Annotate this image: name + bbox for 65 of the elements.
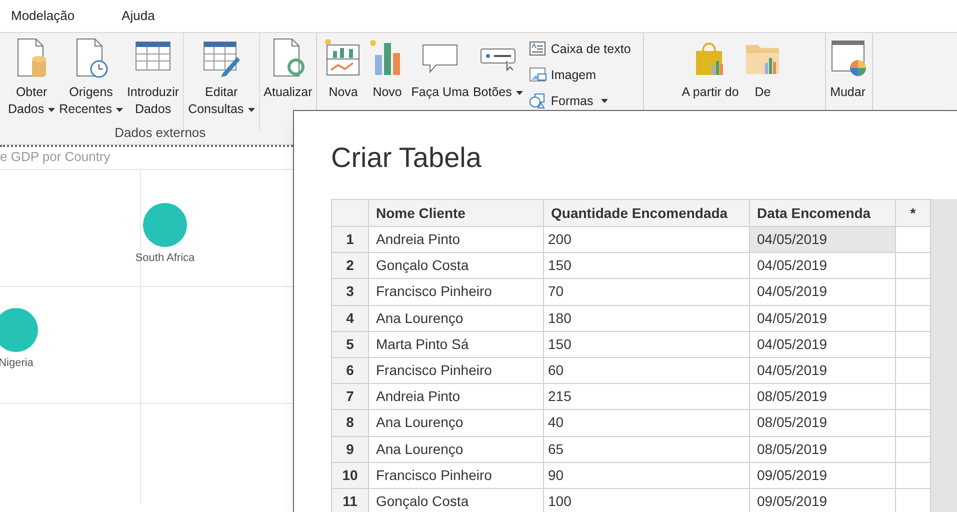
ribbon-button[interactable]: Botões	[470, 33, 525, 131]
row-number: 11	[332, 488, 369, 512]
dialog-title: Criar Tabela	[330, 141, 482, 175]
menu-tab[interactable]: Modelação	[0, 6, 122, 26]
bubble	[0, 308, 38, 352]
ribbon-small-button[interactable]: Imagem	[528, 63, 631, 87]
row-number: 10	[332, 462, 369, 489]
table-cell[interactable]: 65	[544, 436, 750, 463]
column-header[interactable]: Quantidade Encomendada	[544, 200, 750, 227]
table-cell[interactable]: 08/05/2019	[750, 436, 896, 463]
ribbon-button[interactable]: Novo	[365, 33, 410, 131]
table-cell[interactable]: Gonçalo Costa	[369, 488, 544, 512]
ribbon-small-button[interactable]: Caixa de texto	[528, 37, 631, 61]
table-cell[interactable]: 60	[544, 358, 750, 384]
ribbon-button[interactable]: Obter Dados	[6, 33, 58, 131]
image-icon	[528, 67, 547, 83]
row-number: 3	[332, 279, 369, 306]
row-number: 9	[332, 436, 369, 463]
table-cell[interactable]: 04/05/2019	[750, 279, 896, 306]
table-cell[interactable]: Francisco Pinheiro	[369, 279, 544, 306]
ribbon-button[interactable]: Faça Uma	[409, 33, 471, 131]
column-header[interactable]: Nome Cliente	[369, 200, 544, 227]
menu-tab[interactable]: Ajuda	[122, 6, 155, 26]
table-cell[interactable]: Marta Pinto Sá	[369, 332, 544, 358]
ribbon-button[interactable]: Editar Consultas	[186, 33, 257, 131]
table-cell[interactable]: 90	[544, 462, 750, 489]
caret-icon	[248, 108, 255, 112]
table-cell[interactable]: Francisco Pinheiro	[369, 462, 544, 489]
table-cell[interactable]: 04/05/2019	[750, 227, 896, 254]
visual-title: e GDP por Country	[0, 148, 112, 166]
bubble-label: South Africa	[135, 252, 195, 264]
table-cell[interactable]: Ana Lourenço	[369, 410, 544, 436]
table-cell[interactable]: Ana Lourenço	[369, 306, 544, 332]
row-number: 1	[332, 227, 369, 254]
table-cell[interactable]: 215	[544, 384, 750, 410]
table-cell[interactable]: 04/05/2019	[750, 306, 896, 332]
caret-icon	[516, 90, 523, 95]
table-cell[interactable]: 150	[544, 253, 750, 280]
table-cell[interactable]: 08/05/2019	[750, 410, 896, 436]
row-number: 7	[332, 384, 369, 410]
ribbon-button[interactable]: Atualizar	[262, 33, 314, 131]
bubble	[143, 203, 187, 247]
table-cell[interactable]: 04/05/2019	[750, 253, 896, 280]
table-cell[interactable]: 08/05/2019	[750, 384, 896, 410]
table-cell[interactable]: Andreia Pinto	[369, 227, 544, 254]
table-cell[interactable]: 09/05/2019	[750, 488, 896, 512]
caret-icon	[116, 108, 123, 112]
table-cell[interactable]: Andreia Pinto	[369, 384, 544, 410]
row-number: 6	[332, 358, 369, 384]
table-cell[interactable]: 04/05/2019	[750, 332, 896, 358]
row-number: 5	[332, 332, 369, 358]
table-cell[interactable]: 200	[544, 227, 750, 254]
table-cell[interactable]: Ana Lourenço	[369, 436, 544, 463]
row-number: 8	[332, 410, 369, 436]
caret-icon	[601, 99, 608, 103]
table-cell[interactable]: 09/05/2019	[750, 462, 896, 489]
table-cell[interactable]: 150	[544, 332, 750, 358]
row-number: 4	[332, 306, 369, 332]
table-cell[interactable]: 04/05/2019	[750, 358, 896, 384]
table-cell[interactable]: 180	[544, 306, 750, 332]
table-cell[interactable]: Gonçalo Costa	[369, 253, 544, 280]
text-box-icon	[528, 41, 547, 57]
table-cell[interactable]: Francisco Pinheiro	[369, 358, 544, 384]
caret-icon	[48, 108, 56, 112]
row-number: 2	[332, 253, 369, 280]
